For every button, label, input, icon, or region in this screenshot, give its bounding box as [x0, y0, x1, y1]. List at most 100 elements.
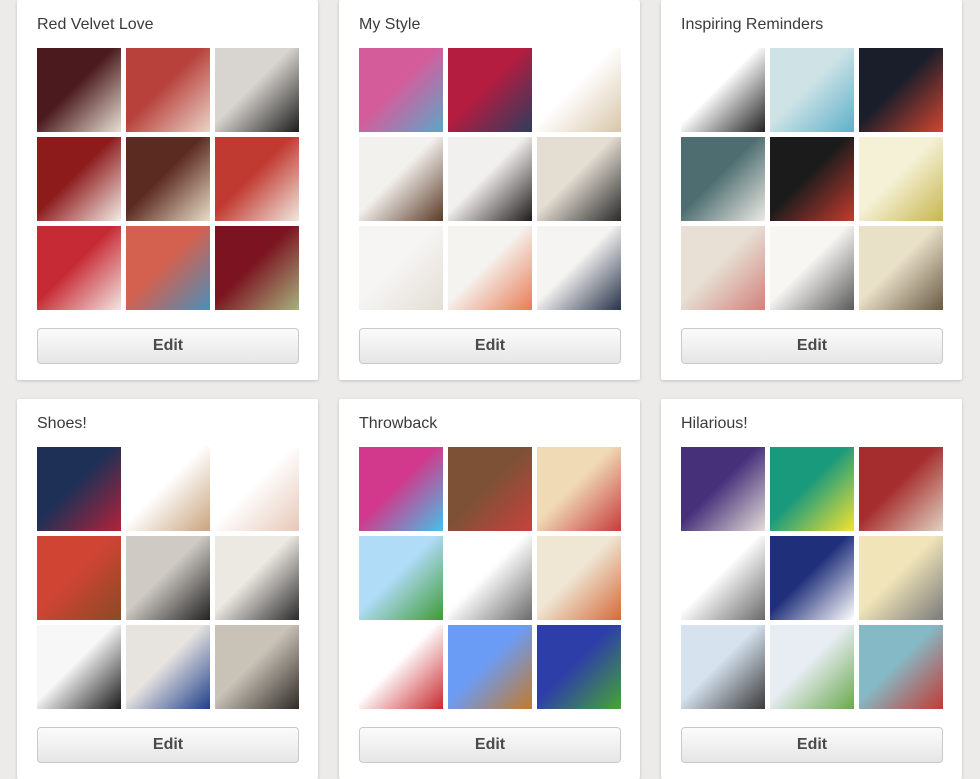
wedge-pumps-photo[interactable]	[126, 447, 210, 531]
thumbnail-image	[359, 226, 443, 310]
outfit-flatlay-photo[interactable]	[448, 226, 532, 310]
board-card[interactable]: Throwback Edit	[339, 399, 640, 779]
glitter-heels-photo[interactable]	[37, 447, 121, 531]
edit-board-button[interactable]: Edit	[37, 727, 299, 763]
tassel-sandals-photo[interactable]	[37, 536, 121, 620]
thumbnail-image	[859, 48, 943, 132]
word-cloud-photo[interactable]	[770, 137, 854, 221]
board-card[interactable]: Red Velvet Love Edit	[17, 0, 318, 380]
thumbnail-image	[537, 48, 621, 132]
thumbnail-image	[770, 226, 854, 310]
comic-sketch-photo[interactable]	[681, 536, 765, 620]
studded-black-pumps-photo[interactable]	[37, 625, 121, 709]
board-title[interactable]: Shoes!	[37, 415, 87, 433]
dark-jeans-photo[interactable]	[537, 226, 621, 310]
sweet-valley-high-cover-photo[interactable]	[537, 447, 621, 531]
nes-controller-photo[interactable]	[448, 536, 532, 620]
edit-board-button[interactable]: Edit	[359, 328, 621, 364]
thumbnail-image	[448, 226, 532, 310]
board-title[interactable]: My Style	[359, 16, 420, 34]
kids-today-floppy-meme-photo[interactable]	[770, 536, 854, 620]
retro-pinup-meme-photo[interactable]	[859, 625, 943, 709]
crinkle-cookies-photo[interactable]	[126, 48, 210, 132]
funny-kid-photo[interactable]	[681, 447, 765, 531]
board-card[interactable]: Inspiring Reminders Edit	[661, 0, 962, 380]
red-clutch-photo[interactable]	[448, 48, 532, 132]
thumbnail-image	[859, 447, 943, 531]
thumbnail-image	[359, 625, 443, 709]
board-title[interactable]: Throwback	[359, 415, 437, 433]
boat-shoes-photo[interactable]	[359, 137, 443, 221]
thumbnail-image	[448, 625, 532, 709]
coffee-cup-quote-photo[interactable]	[681, 137, 765, 221]
board-card[interactable]: Hilarious! Edit	[661, 399, 962, 779]
legs-street-photo[interactable]	[215, 625, 299, 709]
sonic-level-photo[interactable]	[537, 625, 621, 709]
trading-cards-grid-photo[interactable]	[537, 536, 621, 620]
red-dip-bowl-photo[interactable]	[126, 226, 210, 310]
scarves-rack-photo[interactable]	[359, 48, 443, 132]
carpe-quote-card-photo[interactable]	[770, 48, 854, 132]
thumbnail-image	[215, 226, 299, 310]
swirl-dessert-photo[interactable]	[37, 226, 121, 310]
thumbnail-image	[126, 226, 210, 310]
show-god-your-faith-photo[interactable]	[859, 48, 943, 132]
strappy-black-heels-photo[interactable]	[126, 536, 210, 620]
cake-slice-plate-photo[interactable]	[215, 226, 299, 310]
thumbnail-image	[681, 625, 765, 709]
pixel-game-scene-photo[interactable]	[359, 536, 443, 620]
quote-list-text-photo[interactable]	[681, 48, 765, 132]
board-thumbnail-grid	[681, 447, 943, 709]
leopard-peeptoe-photo[interactable]	[215, 447, 299, 531]
hard-drive-comic-photo[interactable]	[681, 625, 765, 709]
edit-board-button[interactable]: Edit	[359, 727, 621, 763]
lisa-frank-art-photo[interactable]	[359, 447, 443, 531]
thumbnail-image	[448, 536, 532, 620]
thumbnail-image	[359, 48, 443, 132]
mario-level-photo[interactable]	[448, 625, 532, 709]
thumbnail-image	[215, 625, 299, 709]
board-thumbnail-grid	[37, 48, 299, 310]
board-thumbnail-grid	[359, 48, 621, 310]
board-card[interactable]: My Style Edit	[339, 0, 640, 380]
ankle-boots-photo[interactable]	[215, 536, 299, 620]
edit-board-button[interactable]: Edit	[681, 727, 943, 763]
decorating-mantras-photo[interactable]	[859, 137, 943, 221]
changed-reduced-quote-photo[interactable]	[770, 226, 854, 310]
red-velvet-cake-photo[interactable]	[37, 137, 121, 221]
board-thumbnail-grid	[359, 447, 621, 709]
thumbnail-image	[359, 137, 443, 221]
cheesecake-slice-photo[interactable]	[215, 137, 299, 221]
thumbnail-image	[126, 48, 210, 132]
thumbnail-image	[215, 48, 299, 132]
board-title[interactable]: Hilarious!	[681, 415, 748, 433]
i-would-date-you-meme-photo[interactable]	[770, 447, 854, 531]
disobedience-meme-photo[interactable]	[859, 447, 943, 531]
cupcake-palette-photo[interactable]	[37, 48, 121, 132]
edit-board-button[interactable]: Edit	[37, 328, 299, 364]
kids-portrait-photo[interactable]	[448, 447, 532, 531]
board-title[interactable]: Red Velvet Love	[37, 16, 154, 34]
thumbnail-image	[37, 48, 121, 132]
thumbnail-image	[448, 137, 532, 221]
poe-raven-cookie-photo[interactable]	[215, 48, 299, 132]
cream-dress-photo[interactable]	[537, 48, 621, 132]
text-message-screenshot-photo[interactable]	[770, 625, 854, 709]
rage-comic-panels-photo[interactable]	[859, 536, 943, 620]
blue-suede-pumps-photo[interactable]	[126, 625, 210, 709]
thumbnail-image	[770, 625, 854, 709]
layer-bars-photo[interactable]	[126, 137, 210, 221]
thumbnail-image	[859, 226, 943, 310]
black-heels-photo[interactable]	[448, 137, 532, 221]
fashion-sketch-photo[interactable]	[681, 226, 765, 310]
thumbnail-image	[126, 625, 210, 709]
strong-quote-paper-photo[interactable]	[859, 226, 943, 310]
thumbnail-image	[448, 447, 532, 531]
paper-mario-meme-photo[interactable]	[359, 625, 443, 709]
board-card[interactable]: Shoes! Edit	[17, 399, 318, 779]
thumbnail-image	[681, 447, 765, 531]
edit-board-button[interactable]: Edit	[681, 328, 943, 364]
cream-blazer-photo[interactable]	[537, 137, 621, 221]
board-title[interactable]: Inspiring Reminders	[681, 16, 823, 34]
white-suit-photo[interactable]	[359, 226, 443, 310]
